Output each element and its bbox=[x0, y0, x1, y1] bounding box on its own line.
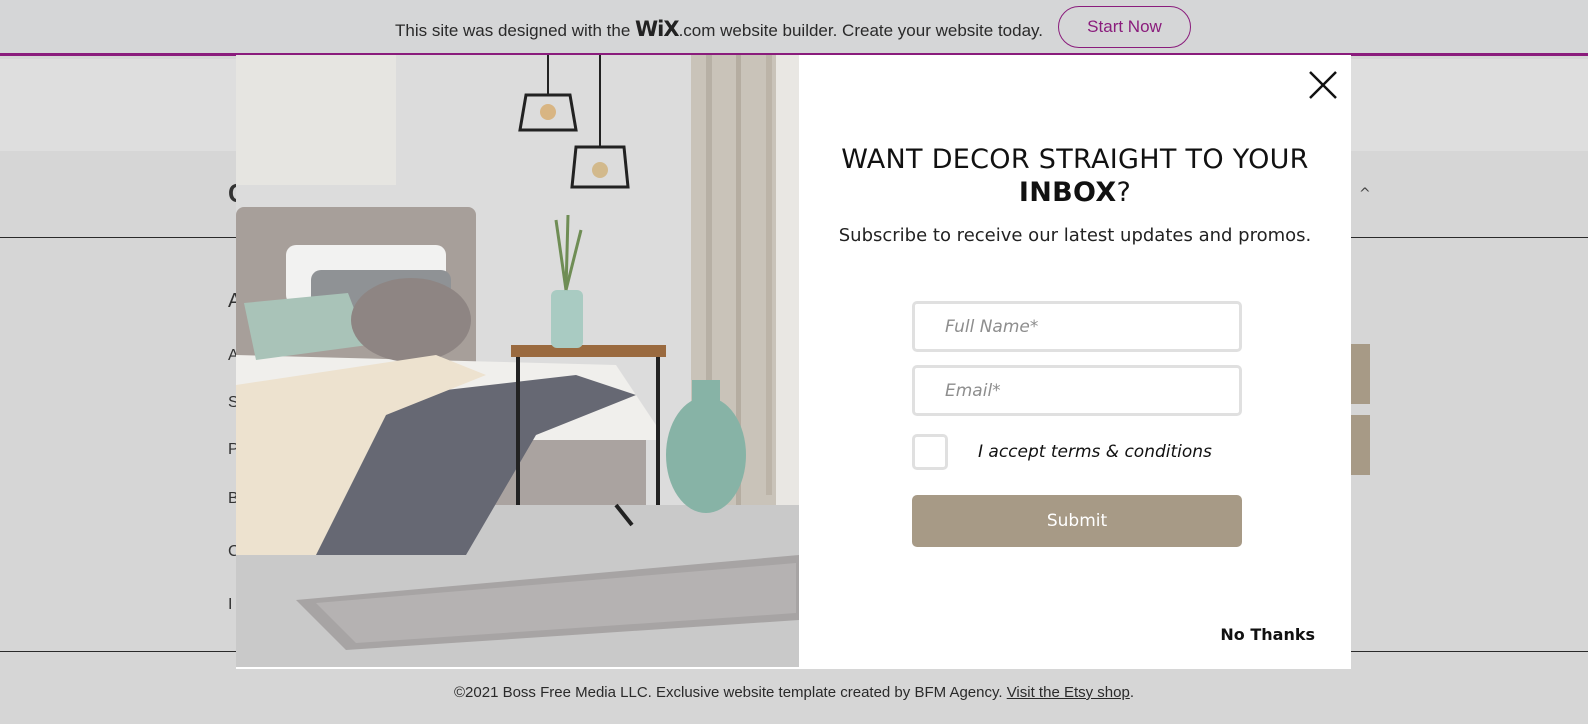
footer-text: ©2021 Boss Free Media LLC. Exclusive web… bbox=[454, 684, 1007, 701]
email-input[interactable] bbox=[915, 368, 1239, 413]
close-icon[interactable] bbox=[1307, 69, 1339, 101]
headline-suffix: ? bbox=[1116, 177, 1132, 208]
wix-banner-text-before: This site was designed with the bbox=[395, 21, 636, 40]
wix-logo: WiX bbox=[635, 17, 680, 41]
subscribe-form-panel: WANT DECOR STRAIGHT TO YOUR INBOX? Subsc… bbox=[799, 55, 1351, 669]
terms-label: I accept terms & conditions bbox=[978, 442, 1212, 462]
subscribe-popup: WANT DECOR STRAIGHT TO YOUR INBOX? Subsc… bbox=[236, 55, 1351, 669]
bg-link-fragment: I bbox=[228, 596, 233, 613]
bedroom-image bbox=[236, 55, 799, 667]
wix-banner: This site was designed with the WiX.com … bbox=[0, 0, 1588, 56]
footer: ©2021 Boss Free Media LLC. Exclusive web… bbox=[0, 684, 1588, 701]
headline-line1: WANT DECOR STRAIGHT TO YOUR bbox=[841, 144, 1309, 175]
chevron-up-icon[interactable]: ^ bbox=[1359, 186, 1371, 202]
popup-headline: WANT DECOR STRAIGHT TO YOUR INBOX? bbox=[799, 143, 1351, 209]
bg-button-fragment bbox=[1351, 344, 1370, 404]
footer-suffix: . bbox=[1129, 684, 1134, 701]
full-name-field[interactable] bbox=[912, 301, 1242, 352]
headline-inbox: INBOX bbox=[1018, 177, 1117, 208]
bg-button-fragment bbox=[1351, 415, 1370, 475]
wix-banner-text-after: .com website builder. Create your websit… bbox=[678, 21, 1043, 40]
etsy-shop-link[interactable]: Visit the Etsy shop bbox=[1007, 684, 1130, 701]
popup-subtitle: Subscribe to receive our latest updates … bbox=[838, 225, 1312, 246]
submit-button[interactable]: Submit bbox=[912, 495, 1242, 547]
full-name-input[interactable] bbox=[915, 304, 1239, 349]
wix-banner-text: This site was designed with the WiX.com … bbox=[395, 17, 1043, 41]
no-thanks-button[interactable]: No Thanks bbox=[1195, 625, 1315, 644]
start-now-button[interactable]: Start Now bbox=[1058, 6, 1191, 48]
email-field[interactable] bbox=[912, 365, 1242, 416]
terms-checkbox[interactable] bbox=[912, 434, 948, 470]
